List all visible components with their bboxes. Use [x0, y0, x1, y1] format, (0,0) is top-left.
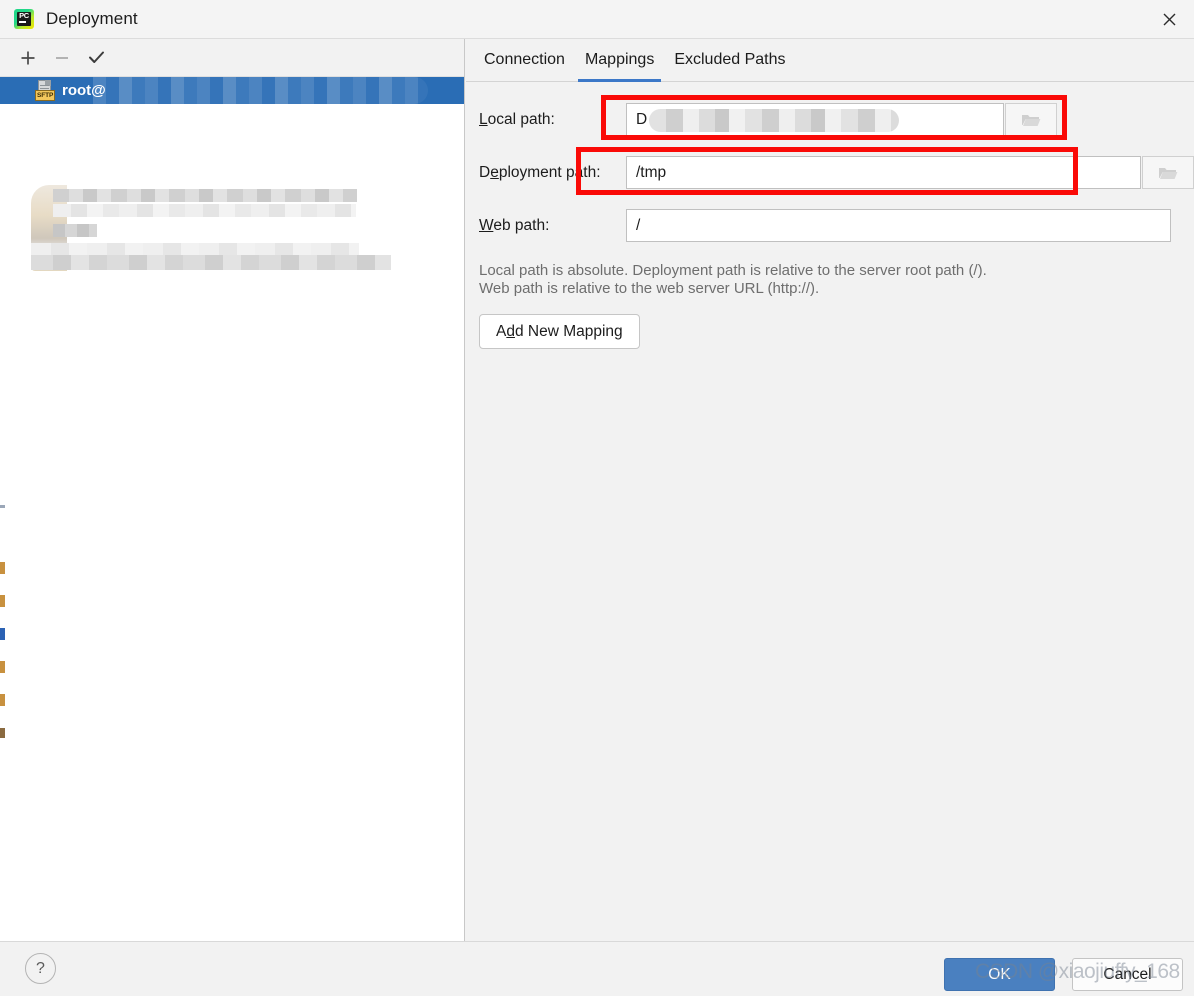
add-new-mapping-mnemonic: d	[506, 322, 515, 340]
web-path-row: Web path: /	[466, 207, 1194, 244]
window-title: Deployment	[46, 9, 138, 28]
background-window-edge	[0, 694, 5, 706]
folder-open-icon	[1022, 114, 1041, 126]
local-path-mnemonic: L	[479, 110, 488, 128]
add-server-button[interactable]	[11, 43, 45, 73]
server-name-label: root@	[62, 82, 106, 99]
servers-toolbar	[0, 39, 464, 77]
deployment-path-input[interactable]: /tmp	[626, 156, 1141, 189]
pycharm-icon-underscore	[19, 21, 26, 23]
web-path-input[interactable]: /	[626, 209, 1171, 242]
local-path-input[interactable]: D	[626, 103, 1004, 136]
remove-server-button[interactable]	[45, 43, 79, 73]
redacted-local-path	[649, 109, 899, 132]
help-icon: ?	[36, 959, 45, 977]
web-path-value: /	[636, 216, 641, 234]
deployment-path-value: /tmp	[636, 163, 667, 181]
deployment-path-browse-button[interactable]	[1142, 156, 1194, 189]
background-window-edge	[0, 505, 5, 508]
deployment-path-label: Deployment path:	[466, 164, 626, 182]
ok-button[interactable]: OK	[944, 958, 1055, 991]
close-icon	[1163, 13, 1175, 25]
web-path-mnemonic: W	[479, 216, 494, 234]
background-window-edge	[0, 628, 5, 640]
local-path-value: D	[636, 110, 648, 128]
cancel-button[interactable]: Cancel	[1072, 958, 1183, 991]
folder-open-icon	[1159, 167, 1178, 179]
deployment-path-label-pre: D	[479, 163, 491, 181]
redacted-content-line	[31, 255, 391, 270]
background-window-edge	[0, 728, 5, 738]
set-default-server-button[interactable]	[79, 43, 113, 73]
redacted-content-line	[53, 189, 357, 202]
background-window-edge	[0, 661, 5, 673]
local-path-row: Local path: D	[466, 101, 1194, 138]
deployment-path-label-text: ployment path:	[498, 163, 601, 181]
tab-connection[interactable]: Connection	[474, 39, 575, 82]
add-new-mapping-button[interactable]: Add New Mapping	[479, 314, 640, 349]
minus-icon	[56, 56, 68, 59]
sftp-badge-label: SFTP	[35, 90, 56, 101]
redacted-content-line	[53, 204, 356, 217]
add-new-mapping-pre: A	[496, 322, 507, 340]
pycharm-icon-text: PC	[19, 11, 29, 20]
local-path-browse-button[interactable]	[1005, 103, 1057, 136]
background-window-edge	[0, 562, 5, 574]
settings-panel: Connection Mappings Excluded Paths Local…	[466, 39, 1194, 941]
local-path-label-text: ocal path:	[487, 110, 555, 128]
close-button[interactable]	[1144, 0, 1194, 38]
background-window-edge	[0, 595, 5, 607]
deployment-path-row: Deployment path: /tmp	[466, 154, 1194, 191]
ok-button-label: OK	[988, 965, 1011, 983]
server-list[interactable]: SFTP root@	[0, 77, 464, 940]
sftp-server-icon: SFTP	[35, 80, 56, 101]
servers-panel: SFTP root@	[0, 39, 465, 941]
redacted-content-line	[31, 243, 359, 255]
redacted-server-host	[93, 77, 428, 104]
redacted-content-line	[53, 224, 97, 237]
plus-icon	[21, 51, 35, 64]
deployment-dialog: PC Deployment SFTP root@ Connection Mapp…	[0, 0, 1194, 996]
tab-bar: Connection Mappings Excluded Paths	[466, 39, 1194, 82]
tab-mappings[interactable]: Mappings	[575, 39, 664, 82]
mappings-form: Local path: D Deployment path: /tmp Web …	[466, 82, 1194, 349]
local-path-label: Local path:	[466, 111, 626, 129]
list-item[interactable]: SFTP root@	[0, 77, 464, 104]
help-button[interactable]: ?	[25, 953, 56, 984]
check-icon	[88, 51, 104, 63]
pycharm-icon: PC	[14, 9, 34, 29]
cancel-button-label: Cancel	[1103, 965, 1152, 983]
tab-excluded-paths[interactable]: Excluded Paths	[664, 39, 795, 82]
title-bar: PC Deployment	[0, 0, 1194, 39]
web-path-label: Web path:	[466, 217, 626, 235]
add-new-mapping-post: d New Mapping	[514, 322, 623, 340]
deployment-path-mnemonic: e	[490, 163, 499, 181]
web-path-label-text: eb path:	[493, 216, 550, 234]
